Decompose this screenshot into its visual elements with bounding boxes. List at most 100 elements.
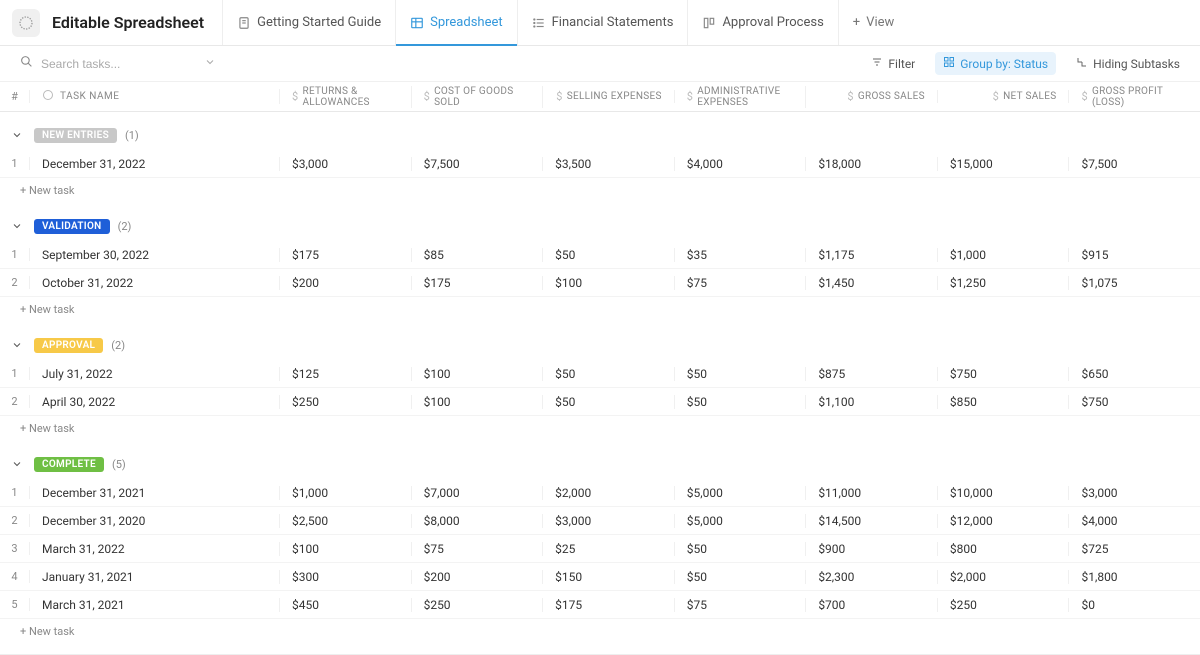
- table-row[interactable]: 2October 31, 2022$200$175$100$75$1,450$1…: [0, 269, 1200, 297]
- col-header-net-sales[interactable]: $NET SALES: [938, 90, 1070, 103]
- cell-cogs[interactable]: $8,000: [412, 514, 544, 528]
- cell-admin[interactable]: $5,000: [675, 486, 807, 500]
- cell-gross-sales[interactable]: $1,100: [806, 395, 938, 409]
- cell-cogs[interactable]: $250: [412, 598, 544, 612]
- col-header-admin[interactable]: $ADMINISTRATIVE EXPENSES: [675, 86, 807, 108]
- task-name-cell[interactable]: April 30, 2022: [30, 395, 280, 409]
- cell-returns[interactable]: $450: [280, 598, 412, 612]
- cell-returns[interactable]: $300: [280, 570, 412, 584]
- col-header-cogs[interactable]: $COST OF GOODS SOLD: [412, 86, 544, 108]
- table-row[interactable]: 1December 31, 2021$1,000$7,000$2,000$5,0…: [0, 479, 1200, 507]
- cell-cogs[interactable]: $200: [412, 570, 544, 584]
- cell-returns[interactable]: $200: [280, 276, 412, 290]
- collapse-toggle[interactable]: [8, 455, 26, 473]
- collapse-toggle[interactable]: [8, 126, 26, 144]
- col-header-gross-profit[interactable]: $GROSS PROFIT (LOSS): [1069, 86, 1200, 108]
- task-name-cell[interactable]: March 31, 2022: [30, 542, 280, 556]
- cell-admin[interactable]: $35: [675, 248, 807, 262]
- cell-returns[interactable]: $100: [280, 542, 412, 556]
- col-header-returns[interactable]: $RETURNS & ALLOWANCES: [280, 86, 412, 108]
- cell-selling[interactable]: $175: [543, 598, 675, 612]
- task-name-cell[interactable]: September 30, 2022: [30, 248, 280, 262]
- cell-returns[interactable]: $3,000: [280, 157, 412, 171]
- cell-cogs[interactable]: $100: [412, 367, 544, 381]
- task-name-cell[interactable]: March 31, 2021: [30, 598, 280, 612]
- cell-gross-sales[interactable]: $900: [806, 542, 938, 556]
- filter-button[interactable]: Filter: [863, 52, 923, 75]
- cell-gross-profit[interactable]: $725: [1069, 542, 1200, 556]
- search-input[interactable]: [41, 57, 196, 71]
- collapse-toggle[interactable]: [8, 217, 26, 235]
- cell-gross-profit[interactable]: $915: [1069, 248, 1200, 262]
- cell-cogs[interactable]: $7,500: [412, 157, 544, 171]
- cell-net-sales[interactable]: $15,000: [938, 157, 1070, 171]
- tab-approval-process[interactable]: Approval Process: [687, 0, 837, 45]
- tab-getting-started[interactable]: Getting Started Guide: [222, 0, 395, 45]
- cell-net-sales[interactable]: $12,000: [938, 514, 1070, 528]
- cell-selling[interactable]: $3,500: [543, 157, 675, 171]
- cell-gross-sales[interactable]: $11,000: [806, 486, 938, 500]
- cell-selling[interactable]: $100: [543, 276, 675, 290]
- col-header-num[interactable]: #: [0, 90, 30, 103]
- table-row[interactable]: 1July 31, 2022$125$100$50$50$875$750$650: [0, 360, 1200, 388]
- cell-admin[interactable]: $50: [675, 570, 807, 584]
- cell-gross-profit[interactable]: $750: [1069, 395, 1200, 409]
- cell-gross-profit[interactable]: $0: [1069, 598, 1200, 612]
- cell-gross-sales[interactable]: $875: [806, 367, 938, 381]
- cell-net-sales[interactable]: $2,000: [938, 570, 1070, 584]
- cell-net-sales[interactable]: $750: [938, 367, 1070, 381]
- cell-gross-sales[interactable]: $1,175: [806, 248, 938, 262]
- cell-net-sales[interactable]: $1,250: [938, 276, 1070, 290]
- tab-financial-statements[interactable]: Financial Statements: [517, 0, 688, 45]
- table-row[interactable]: 5March 31, 2021$450$250$175$75$700$250$0: [0, 591, 1200, 619]
- group-by-button[interactable]: Group by: Status: [935, 52, 1056, 75]
- new-task-button[interactable]: + New task: [0, 297, 1200, 322]
- status-badge[interactable]: COMPLETE: [34, 457, 104, 472]
- status-badge[interactable]: APPROVAL: [34, 338, 103, 353]
- cell-returns[interactable]: $1,000: [280, 486, 412, 500]
- cell-gross-sales[interactable]: $14,500: [806, 514, 938, 528]
- cell-gross-profit[interactable]: $1,800: [1069, 570, 1200, 584]
- col-header-name[interactable]: TASK NAME: [30, 89, 280, 104]
- cell-selling[interactable]: $50: [543, 248, 675, 262]
- cell-admin[interactable]: $50: [675, 542, 807, 556]
- table-row[interactable]: 3March 31, 2022$100$75$25$50$900$800$725: [0, 535, 1200, 563]
- cell-gross-sales[interactable]: $700: [806, 598, 938, 612]
- task-name-cell[interactable]: January 31, 2021: [30, 570, 280, 584]
- cell-selling[interactable]: $50: [543, 367, 675, 381]
- search-wrap[interactable]: [12, 51, 212, 76]
- cell-gross-profit[interactable]: $3,000: [1069, 486, 1200, 500]
- cell-gross-profit[interactable]: $650: [1069, 367, 1200, 381]
- new-task-button[interactable]: + New task: [0, 619, 1200, 644]
- cell-gross-profit[interactable]: $7,500: [1069, 157, 1200, 171]
- cell-gross-sales[interactable]: $1,450: [806, 276, 938, 290]
- cell-selling[interactable]: $50: [543, 395, 675, 409]
- hiding-subtasks-button[interactable]: Hiding Subtasks: [1068, 52, 1188, 75]
- table-row[interactable]: 2December 31, 2020$2,500$8,000$3,000$5,0…: [0, 507, 1200, 535]
- task-name-cell[interactable]: December 31, 2022: [30, 157, 280, 171]
- chevron-down-icon[interactable]: [204, 56, 216, 72]
- tab-spreadsheet[interactable]: Spreadsheet: [395, 0, 517, 45]
- cell-admin[interactable]: $5,000: [675, 514, 807, 528]
- cell-gross-profit[interactable]: $4,000: [1069, 514, 1200, 528]
- cell-cogs[interactable]: $175: [412, 276, 544, 290]
- collapse-toggle[interactable]: [8, 336, 26, 354]
- task-name-cell[interactable]: July 31, 2022: [30, 367, 280, 381]
- cell-cogs[interactable]: $100: [412, 395, 544, 409]
- cell-admin[interactable]: $75: [675, 276, 807, 290]
- add-view-button[interactable]: + View: [838, 0, 909, 45]
- cell-net-sales[interactable]: $1,000: [938, 248, 1070, 262]
- task-name-cell[interactable]: October 31, 2022: [30, 276, 280, 290]
- cell-returns[interactable]: $250: [280, 395, 412, 409]
- col-header-selling[interactable]: $SELLING EXPENSES: [543, 90, 675, 103]
- cell-cogs[interactable]: $75: [412, 542, 544, 556]
- task-name-cell[interactable]: December 31, 2020: [30, 514, 280, 528]
- cell-admin[interactable]: $75: [675, 598, 807, 612]
- cell-selling[interactable]: $3,000: [543, 514, 675, 528]
- cell-gross-sales[interactable]: $2,300: [806, 570, 938, 584]
- cell-cogs[interactable]: $7,000: [412, 486, 544, 500]
- col-header-gross-sales[interactable]: $GROSS SALES: [806, 90, 938, 103]
- cell-gross-sales[interactable]: $18,000: [806, 157, 938, 171]
- cell-cogs[interactable]: $85: [412, 248, 544, 262]
- cell-selling[interactable]: $2,000: [543, 486, 675, 500]
